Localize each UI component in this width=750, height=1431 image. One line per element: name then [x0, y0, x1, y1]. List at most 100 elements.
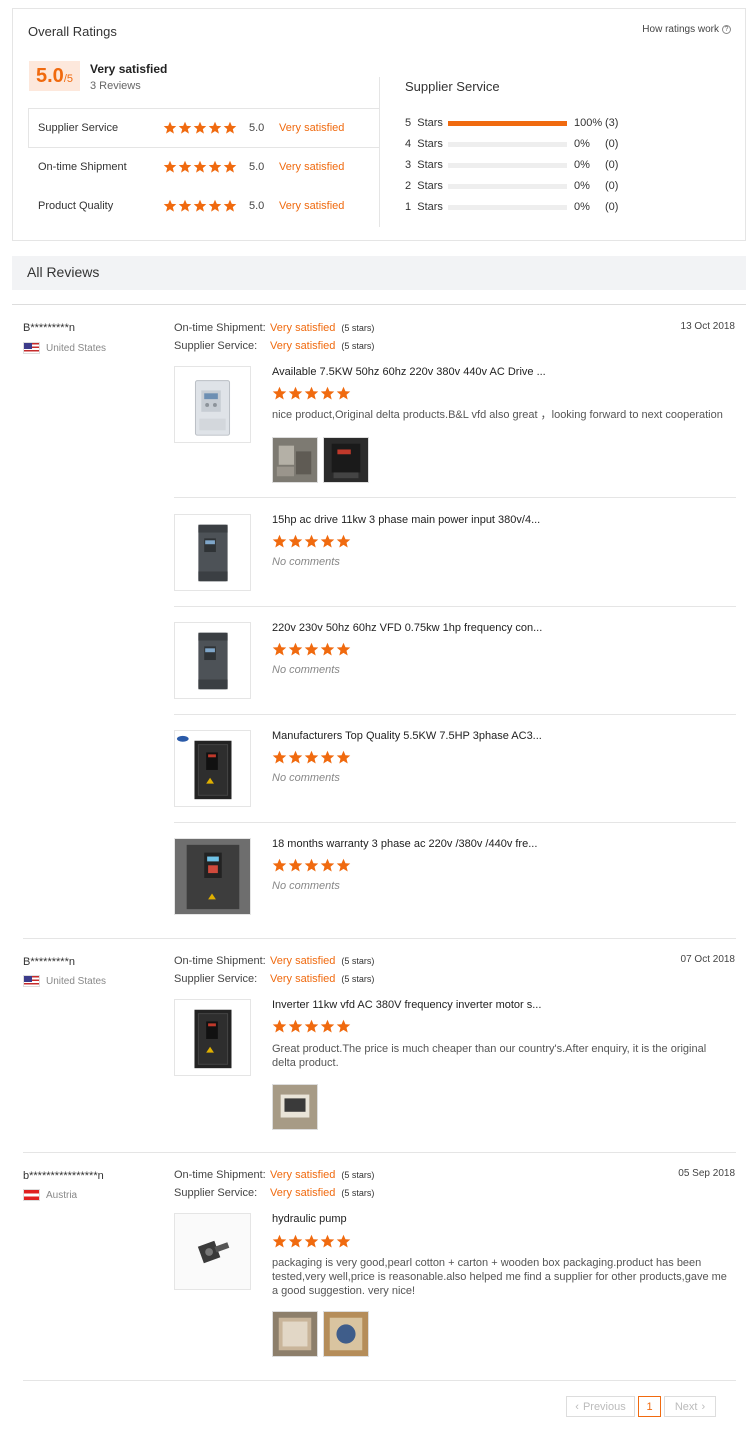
divider: [23, 1152, 736, 1153]
product-name-link[interactable]: 18 months warranty 3 phase ac 220v /380v…: [272, 838, 537, 850]
divider: [28, 108, 379, 109]
product-name-link[interactable]: hydraulic pump: [272, 1213, 347, 1225]
review-photo[interactable]: [323, 1311, 369, 1357]
next-page-button[interactable]: Next ›: [664, 1396, 716, 1417]
product-name-link[interactable]: 15hp ac drive 11kw 3 phase main power in…: [272, 514, 540, 526]
distribution-count: (3): [605, 117, 619, 129]
review-date: 05 Sep 2018: [678, 1168, 735, 1179]
star-icon: [304, 1234, 319, 1249]
reviewer-name: B*********n: [23, 322, 75, 334]
service-value: Very satisfied: [270, 1187, 336, 1199]
distribution-count: (0): [605, 138, 619, 150]
shipment-value: Very satisfied: [270, 322, 336, 334]
review-photo[interactable]: [272, 1084, 318, 1130]
star-icon: [272, 642, 287, 657]
star-icon: [304, 642, 319, 657]
review-photo[interactable]: [272, 437, 318, 483]
star-rating: [163, 199, 237, 213]
divider: [12, 304, 746, 305]
product-name-link[interactable]: Inverter 11kw vfd AC 380V frequency inve…: [272, 999, 541, 1011]
reviewer-country: Austria: [23, 1189, 77, 1201]
review-photo[interactable]: [323, 437, 369, 483]
star-icon: [320, 534, 335, 549]
product-thumbnail[interactable]: [174, 514, 251, 591]
review-comment: packaging is very good,pearl cotton + ca…: [272, 1257, 727, 1297]
star-icon: [304, 1019, 319, 1034]
star-icon: [272, 1019, 287, 1034]
category-score: 5.0: [249, 200, 265, 212]
distribution-count: (0): [605, 201, 619, 213]
product-star-rating: [272, 1019, 351, 1034]
overall-ratings-card: Overall Ratings How ratings work ? 5.0/5…: [12, 8, 746, 241]
help-icon: ?: [722, 25, 731, 34]
category-satisfaction: Very satisfied: [279, 200, 345, 212]
hydraulic-pump-image: [175, 1214, 250, 1289]
product-star-rating: [272, 858, 351, 873]
divider: [23, 1380, 736, 1381]
star-icon: [320, 642, 335, 657]
distribution-label: 2 Stars: [405, 180, 443, 192]
product-name-link[interactable]: Manufacturers Top Quality 5.5KW 7.5HP 3p…: [272, 730, 542, 742]
austria-flag-icon: [23, 1189, 40, 1201]
category-row-supplier-service[interactable]: Supplier Service 5.0 Very satisfied: [38, 118, 344, 138]
distribution-percent: 100%: [574, 117, 603, 129]
overall-ratings-title: Overall Ratings: [28, 24, 117, 39]
service-value: Very satisfied: [270, 340, 336, 352]
divider: [28, 147, 379, 148]
star-icon: [304, 750, 319, 765]
service-value: Very satisfied: [270, 973, 336, 985]
country-name: United States: [46, 975, 107, 987]
service-stars: (5 stars): [341, 1188, 375, 1198]
product-name-link[interactable]: 220v 230v 50hz 60hz VFD 0.75kw 1hp frequ…: [272, 622, 542, 634]
star-icon: [320, 1019, 335, 1034]
shipment-value: Very satisfied: [270, 955, 336, 967]
star-icon: [336, 1019, 351, 1034]
review-comment: nice product,Original delta products.B&L…: [272, 409, 723, 421]
how-ratings-work-link[interactable]: How ratings work ?: [642, 24, 731, 35]
us-flag-icon: [23, 975, 40, 987]
distribution-percent: 0%: [574, 201, 590, 213]
distribution-count: (0): [605, 159, 619, 171]
star-icon: [288, 750, 303, 765]
review-date: 07 Oct 2018: [680, 954, 735, 965]
product-thumbnail[interactable]: [174, 622, 251, 699]
chevron-left-icon: ‹: [575, 1400, 579, 1413]
no-comments-text: No comments: [272, 556, 340, 568]
star-icon: [272, 750, 287, 765]
distribution-label: 3 Stars: [405, 159, 443, 171]
product-name-link[interactable]: Available 7.5KW 50hz 60hz 220v 380v 440v…: [272, 366, 546, 378]
product-thumbnail[interactable]: [174, 999, 251, 1076]
distribution-bar: [448, 183, 567, 189]
category-satisfaction: Very satisfied: [279, 161, 345, 173]
next-label: Next: [674, 1400, 698, 1413]
distribution-row: 5 Stars 100% (3): [405, 116, 635, 130]
distribution-label: 4 Stars: [405, 138, 443, 150]
product-thumbnail[interactable]: [174, 838, 251, 915]
star-icon: [193, 160, 207, 174]
product-star-rating: [272, 750, 351, 765]
star-icon: [320, 858, 335, 873]
category-row-product-quality[interactable]: Product Quality 5.0 Very satisfied: [38, 196, 344, 216]
page-1-button[interactable]: 1: [638, 1396, 661, 1417]
distribution-row: 3 Stars 0% (0): [405, 158, 635, 172]
shipment-stars: (5 stars): [341, 323, 375, 333]
distribution-label: 5 Stars: [405, 117, 443, 129]
product-thumbnail[interactable]: [174, 366, 251, 443]
star-icon: [193, 121, 207, 135]
previous-page-button[interactable]: ‹ Previous: [566, 1396, 635, 1417]
service-label: Supplier Service:: [174, 973, 258, 985]
product-thumbnail[interactable]: [174, 1213, 251, 1290]
review-photo[interactable]: [272, 1311, 318, 1357]
distribution-bar: [448, 162, 567, 168]
star-icon: [272, 386, 287, 401]
product-thumbnail[interactable]: [174, 730, 251, 807]
category-row-on-time-shipment[interactable]: On-time Shipment 5.0 Very satisfied: [38, 157, 344, 177]
star-icon: [320, 750, 335, 765]
review-date: 13 Oct 2018: [680, 321, 735, 332]
service-label: Supplier Service:: [174, 1187, 258, 1199]
review-photo-image: [273, 1085, 317, 1129]
star-icon: [178, 121, 192, 135]
distribution-percent: 0%: [574, 180, 590, 192]
star-icon: [178, 160, 192, 174]
star-icon: [304, 534, 319, 549]
